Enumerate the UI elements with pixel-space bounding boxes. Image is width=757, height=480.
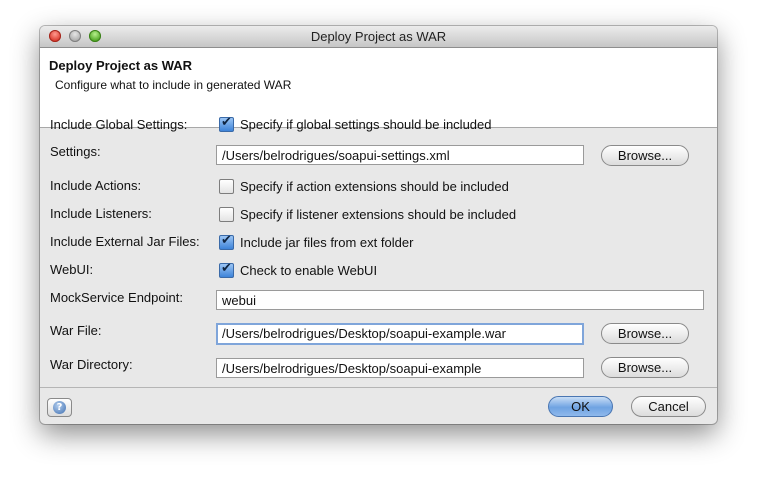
settings-browse-button[interactable]: Browse...: [601, 145, 689, 166]
help-button[interactable]: ?: [47, 398, 72, 417]
ext-jars-label: Include External Jar Files:: [50, 234, 200, 249]
webui-checkbox[interactable]: [219, 261, 234, 278]
actions-checkbox[interactable]: [219, 179, 234, 194]
dialog-header: Deploy Project as WAR Configure what to …: [40, 48, 717, 128]
window-title: Deploy Project as WAR: [310, 29, 447, 44]
settings-label: Settings:: [50, 144, 101, 159]
listeners-checkbox-label[interactable]: Specify if listener extensions should be…: [240, 207, 516, 222]
help-icon: ?: [53, 401, 66, 414]
war-directory-field[interactable]: /Users/belrodrigues/Desktop/soapui-examp…: [216, 358, 584, 378]
actions-checkbox-label[interactable]: Specify if action extensions should be i…: [240, 179, 509, 194]
deploy-war-dialog: Deploy Project as WAR Deploy Project as …: [40, 26, 717, 424]
cancel-button[interactable]: Cancel: [631, 396, 706, 417]
war-file-label: War File:: [50, 323, 102, 338]
mock-endpoint-field[interactable]: webui: [216, 290, 704, 310]
global-settings-option[interactable]: Specify if global settings should be inc…: [219, 115, 492, 132]
mock-endpoint-label: MockService Endpoint:: [50, 290, 183, 305]
webui-checkbox-label[interactable]: Check to enable WebUI: [240, 263, 377, 278]
war-file-browse-button[interactable]: Browse...: [601, 323, 689, 344]
listeners-label: Include Listeners:: [50, 206, 152, 221]
war-directory-browse-button[interactable]: Browse...: [601, 357, 689, 378]
global-settings-checkbox-label[interactable]: Specify if global settings should be inc…: [240, 117, 492, 132]
webui-label: WebUI:: [50, 262, 94, 277]
global-settings-checkbox[interactable]: [219, 115, 234, 132]
actions-option[interactable]: Specify if action extensions should be i…: [219, 179, 509, 194]
footer-divider: [40, 387, 717, 388]
listeners-option[interactable]: Specify if listener extensions should be…: [219, 207, 516, 222]
ext-jars-checkbox[interactable]: [219, 233, 234, 250]
header-description: Configure what to include in generated W…: [55, 78, 292, 92]
title-bar[interactable]: Deploy Project as WAR: [40, 26, 717, 48]
ok-button[interactable]: OK: [548, 396, 613, 417]
listeners-checkbox[interactable]: [219, 207, 234, 222]
war-directory-label: War Directory:: [50, 357, 133, 372]
webui-option[interactable]: Check to enable WebUI: [219, 261, 377, 278]
ext-jars-option[interactable]: Include jar files from ext folder: [219, 233, 413, 250]
settings-path-field[interactable]: /Users/belrodrigues/soapui-settings.xml: [216, 145, 584, 165]
actions-label: Include Actions:: [50, 178, 142, 193]
ext-jars-checkbox-label[interactable]: Include jar files from ext folder: [240, 235, 413, 250]
header-title: Deploy Project as WAR: [49, 58, 193, 73]
global-settings-label: Include Global Settings:: [50, 117, 188, 132]
war-file-field[interactable]: /Users/belrodrigues/Desktop/soapui-examp…: [216, 323, 584, 345]
